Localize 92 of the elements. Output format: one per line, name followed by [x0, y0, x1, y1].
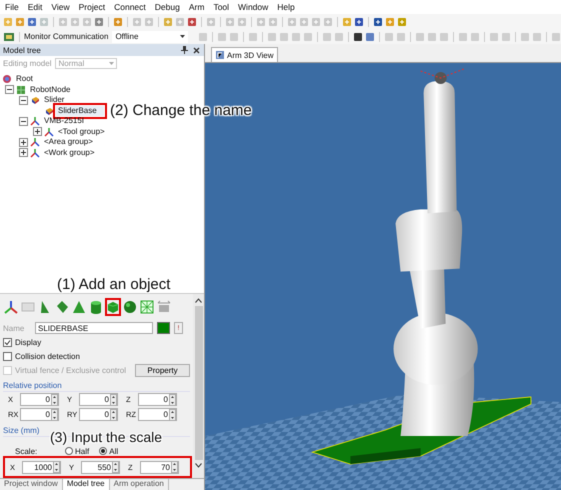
- axes-icon: [4, 300, 18, 314]
- tree-item[interactable]: SliderBase: [56, 106, 104, 116]
- menu-item[interactable]: Help: [277, 2, 295, 12]
- spinner-icon[interactable]: [51, 394, 58, 406]
- color-swatch[interactable]: [157, 322, 170, 334]
- cube-icon: [107, 300, 119, 314]
- wedge-icon: [38, 300, 52, 314]
- shape-button[interactable]: [105, 298, 121, 316]
- menu-item[interactable]: Debug: [154, 2, 180, 12]
- monitor-icon[interactable]: [3, 30, 15, 42]
- menu-item[interactable]: Edit: [28, 2, 42, 12]
- name-label: Name: [3, 324, 26, 332]
- number-field[interactable]: 70: [140, 460, 179, 474]
- spinner-icon[interactable]: [110, 408, 117, 420]
- scroll-down-icon[interactable]: [195, 463, 202, 468]
- axes-icon: [30, 148, 40, 158]
- expander-icon[interactable]: [19, 96, 28, 105]
- menu-item[interactable]: Tool: [213, 2, 230, 12]
- mesh-icon: [140, 300, 154, 314]
- checkbox-label: Collision detection: [15, 352, 80, 360]
- cube-icon: [30, 95, 40, 106]
- property-button[interactable]: Property: [135, 364, 190, 376]
- cylinder-icon: [89, 300, 103, 314]
- spinner-icon[interactable]: [53, 461, 60, 473]
- spinner-icon[interactable]: [112, 461, 119, 473]
- grid-icon: [16, 84, 26, 95]
- view-tab[interactable]: Arm 3D View: [211, 47, 278, 62]
- monitor-label: Monitor Communication: [24, 32, 108, 41]
- menu-item[interactable]: Window: [238, 2, 268, 12]
- menu-item[interactable]: Project: [78, 2, 106, 12]
- number-field[interactable]: 0: [79, 408, 118, 421]
- expander-icon[interactable]: [19, 116, 28, 126]
- tree-item[interactable]: Root: [14, 74, 35, 84]
- number-field[interactable]: 0: [20, 408, 59, 421]
- axes-icon: [44, 126, 54, 137]
- menu-item[interactable]: View: [51, 2, 70, 12]
- spinner-icon[interactable]: [51, 408, 58, 420]
- annotation-text: (3) Input the scale: [50, 429, 162, 445]
- pin-icon[interactable]: [181, 46, 188, 54]
- name-field[interactable]: SLIDERBASE: [35, 322, 153, 334]
- checkbox[interactable]: [3, 338, 12, 346]
- monitor-dropdown[interactable]: Offline: [112, 30, 188, 42]
- number-field[interactable]: 1000: [22, 460, 61, 474]
- spinner-icon[interactable]: [110, 394, 117, 406]
- scrollbar[interactable]: [193, 294, 204, 478]
- tree-item[interactable]: <Tool group>: [56, 126, 107, 137]
- menu-item[interactable]: File: [5, 2, 19, 12]
- section-title: Relative position: [3, 381, 190, 392]
- pyramid-icon: [72, 300, 86, 314]
- menu-item[interactable]: Connect: [114, 2, 146, 12]
- cube-icon: [44, 106, 54, 116]
- scroll-up-icon[interactable]: [195, 298, 202, 303]
- expander-icon[interactable]: [5, 85, 14, 94]
- number-field[interactable]: 0: [138, 393, 177, 406]
- number-field[interactable]: 0: [20, 393, 59, 406]
- text-3d-icon: [21, 300, 35, 314]
- checkbox[interactable]: [3, 352, 12, 360]
- radio-option[interactable]: Half: [65, 446, 90, 456]
- tree-item[interactable]: RobotNode: [28, 84, 72, 95]
- number-field[interactable]: 0: [79, 393, 118, 406]
- checkbox-label: Display: [15, 338, 42, 346]
- expander-icon[interactable]: [33, 127, 42, 136]
- spinner-icon[interactable]: [171, 461, 178, 473]
- resize-icon: [157, 300, 171, 314]
- panel-tab[interactable]: Arm operation: [110, 479, 169, 490]
- tree-item[interactable]: VMB-2515I: [42, 116, 86, 126]
- panel-title: Model tree: [3, 46, 42, 54]
- caret-icon: [180, 35, 186, 38]
- tree-item[interactable]: <Area group>: [42, 137, 95, 148]
- axes-icon: [30, 137, 40, 148]
- scale-label: Scale:: [15, 446, 38, 456]
- shape-button[interactable]: [139, 298, 155, 316]
- caret-icon: [109, 62, 114, 65]
- panel-tab[interactable]: Model tree: [62, 479, 110, 490]
- root-icon: [2, 74, 12, 84]
- spinner-icon[interactable]: [169, 408, 176, 420]
- axes-icon: [30, 116, 40, 126]
- editing-model-label: Editing model: [3, 59, 52, 68]
- checkbox-label: Virtual fence / Exclusive control: [15, 366, 126, 374]
- sphere-icon: [123, 300, 137, 314]
- tree-item[interactable]: Slider: [42, 95, 66, 106]
- tree-item[interactable]: <Work group>: [42, 148, 97, 158]
- number-field[interactable]: 0: [138, 408, 177, 421]
- number-field[interactable]: 550: [81, 460, 120, 474]
- spinner-icon[interactable]: [169, 394, 176, 406]
- expander-icon[interactable]: [19, 138, 28, 147]
- prism-icon: [55, 300, 69, 314]
- radio-option[interactable]: All: [99, 446, 118, 456]
- expander-icon[interactable]: [19, 148, 28, 158]
- annotation-text: (1) Add an object: [57, 276, 170, 293]
- close-icon[interactable]: [193, 46, 200, 54]
- menu-item[interactable]: Arm: [188, 2, 204, 12]
